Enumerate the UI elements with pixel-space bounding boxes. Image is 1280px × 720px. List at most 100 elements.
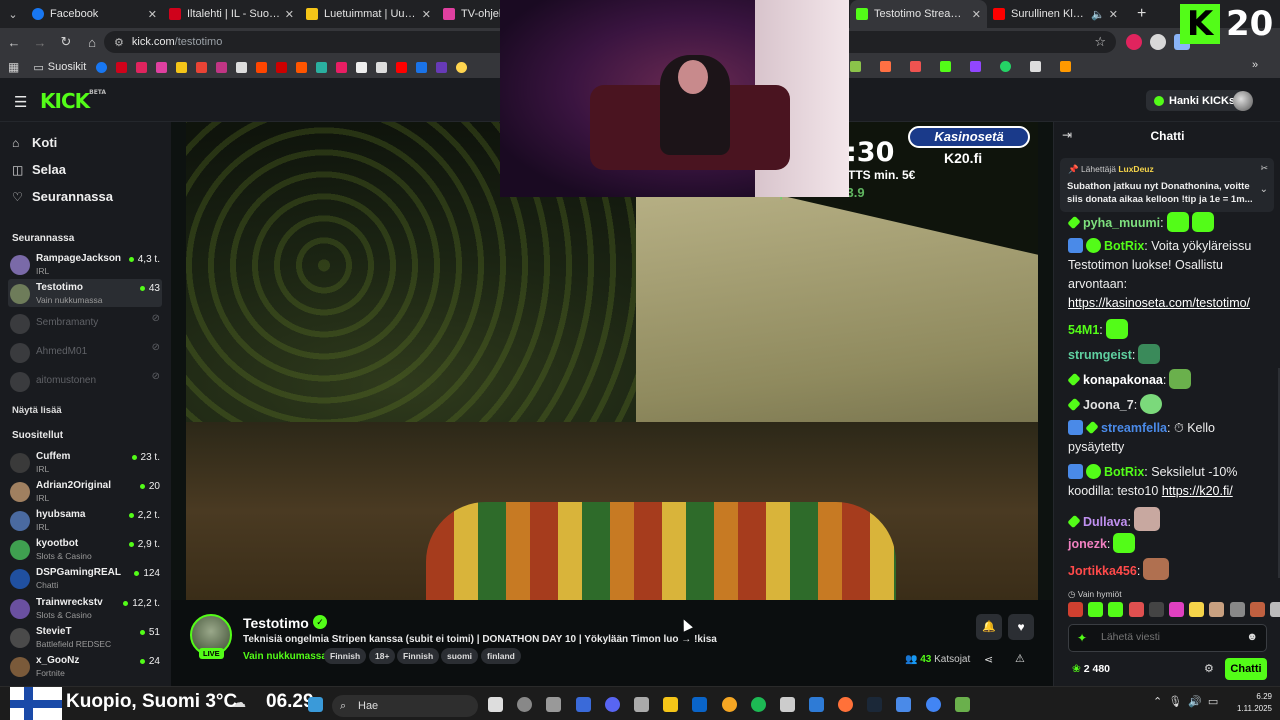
follow-heart-button[interactable]: ♥: [1008, 614, 1034, 640]
taskbar-app-icon[interactable]: [546, 697, 561, 712]
home-icon[interactable]: ⌂: [80, 35, 104, 50]
file-explorer-icon[interactable]: [663, 697, 678, 712]
sidebar-channel-trainwreckstv[interactable]: Trainwreckstv Slots & Casino 12,2 t.: [8, 594, 162, 622]
bookmark-icon[interactable]: [316, 61, 328, 73]
tab-luetuimmat[interactable]: Luetuimmat | Uutiset ✕: [300, 0, 437, 28]
tab-testotimo-stream[interactable]: Testotimo Stream - Watch ✕: [850, 0, 987, 28]
chat-username[interactable]: Joona_7: [1083, 398, 1134, 412]
sidebar-channel-cuffem[interactable]: Cuffem IRL 23 t.: [8, 448, 162, 476]
system-tray[interactable]: ⌃🎙🔊▭: [1153, 695, 1224, 708]
extension-icon[interactable]: [1150, 34, 1166, 50]
sidebar-channel-ahmedm01[interactable]: AhmedM01 ⊘: [8, 338, 162, 366]
emote-icon[interactable]: [1189, 602, 1205, 617]
site-info-icon[interactable]: ⚙: [114, 36, 124, 49]
calculator-icon[interactable]: [576, 697, 591, 712]
sidebar-channel-sembramanty[interactable]: Sembramanty ⊘: [8, 309, 162, 337]
sidebar-channel-hyubsama[interactable]: hyubsama IRL 2,2 t.: [8, 506, 162, 534]
bookmark-reddit-icon[interactable]: [256, 61, 268, 73]
outlook-icon[interactable]: [692, 697, 707, 712]
streamer-name[interactable]: Testotimo: [243, 615, 309, 631]
chat-username[interactable]: Dullava: [1083, 515, 1127, 529]
bookmark-whatsapp-icon[interactable]: [1000, 61, 1011, 72]
new-tab-button[interactable]: +: [1137, 5, 1146, 23]
bookmark-icon[interactable]: [880, 61, 891, 72]
kick-logo[interactable]: KICKBETA: [40, 89, 106, 113]
close-icon[interactable]: ✕: [972, 8, 981, 21]
taskbar-app-icon[interactable]: [809, 697, 824, 712]
bookmark-news-icon[interactable]: [176, 61, 188, 73]
close-icon[interactable]: ✕: [422, 8, 431, 21]
chat-username[interactable]: jonezk: [1068, 537, 1107, 551]
stream-tag[interactable]: Finnish: [397, 648, 440, 664]
chat-username[interactable]: streamfella: [1101, 421, 1167, 435]
emoji-picker-icon[interactable]: ☻: [1246, 631, 1258, 643]
sidebar-nav-browse[interactable]: ◫ Selaa: [12, 162, 66, 177]
bookmark-is-icon[interactable]: [136, 61, 148, 73]
kicks-balance[interactable]: ❀ 2 480: [1072, 663, 1110, 675]
firefox-icon[interactable]: [838, 697, 853, 712]
apps-grid-icon[interactable]: ▦: [8, 60, 19, 74]
chat-link[interactable]: https://k20.fi/: [1162, 484, 1233, 498]
tab-search-chevron-icon[interactable]: ⌄: [0, 8, 26, 21]
bookmark-folder[interactable]: Suosikit: [48, 61, 87, 73]
taskbar-clock[interactable]: 6.29 1.11.2025: [1232, 691, 1272, 715]
close-icon[interactable]: ✕: [1109, 8, 1118, 21]
sidebar-channel-testotimo[interactable]: Testotimo Vain nukkumassa 43: [8, 279, 162, 307]
bookmark-icon[interactable]: [436, 61, 448, 73]
bookmark-facebook-icon[interactable]: [96, 61, 108, 73]
sidebar-channel-dspgamingreal[interactable]: DSPGamingREAL Chatti 124: [8, 564, 162, 592]
bookmark-icon[interactable]: [910, 61, 921, 72]
sidebar-nav-home[interactable]: ⌂ Koti: [12, 135, 57, 150]
emote-icon[interactable]: [1269, 602, 1280, 617]
emote-icon[interactable]: [1249, 602, 1265, 617]
bookmark-star-icon[interactable]: ☆: [1094, 34, 1106, 50]
send-chat-button[interactable]: Chatti: [1225, 658, 1267, 680]
bookmark-x-icon[interactable]: [236, 61, 248, 73]
taskbar-app-icon[interactable]: [955, 697, 970, 712]
chat-username[interactable]: strumgeist: [1068, 348, 1132, 362]
forward-arrow-icon[interactable]: →: [28, 35, 52, 50]
bookmark-iltalehti-icon[interactable]: [116, 61, 128, 73]
report-warning-icon[interactable]: ⚠: [1015, 652, 1025, 665]
emote-icon[interactable]: [1148, 602, 1164, 617]
chat-username[interactable]: pyha_muumi: [1083, 216, 1160, 230]
tab-iltalehti[interactable]: Iltalehti | IL - Suomen suu ✕: [163, 0, 300, 28]
bookmark-icon[interactable]: [850, 61, 861, 72]
discord-icon[interactable]: [605, 697, 620, 712]
chat-username[interactable]: 54M1: [1068, 323, 1099, 337]
emote-icon[interactable]: [1088, 602, 1104, 617]
sidebar-channel-x-goonz[interactable]: x_GooNz Fortnite 24: [8, 652, 162, 680]
chat-username[interactable]: BotRix: [1104, 465, 1144, 479]
bookmark-icon[interactable]: [456, 61, 468, 73]
taskbar-search-box[interactable]: ⌕ Hae: [332, 695, 478, 717]
stream-tag[interactable]: finland: [481, 648, 521, 664]
chat-username[interactable]: konapakonaa: [1083, 373, 1163, 387]
speaker-icon[interactable]: 🔈: [1091, 8, 1105, 21]
taskbar-app-icon[interactable]: [896, 697, 911, 712]
sidebar-channel-aitomustonen[interactable]: aitomustonen ⊘: [8, 367, 162, 395]
taskbar-app-icon[interactable]: [517, 697, 532, 712]
bookmark-icon[interactable]: [356, 61, 368, 73]
settings-icon[interactable]: [634, 697, 649, 712]
chat-message-input[interactable]: [1101, 631, 1241, 643]
emote-icon[interactable]: [1229, 602, 1245, 617]
tab-facebook[interactable]: Facebook ✕: [26, 0, 163, 28]
chevron-down-icon[interactable]: ⌄: [1260, 184, 1268, 195]
bookmark-gmail-icon[interactable]: [196, 61, 208, 73]
bookmark-icon[interactable]: [376, 61, 388, 73]
notification-bell-button[interactable]: 🔔: [976, 614, 1002, 640]
taskview-icon[interactable]: [488, 697, 503, 712]
close-icon[interactable]: ✕: [148, 8, 157, 21]
emote-icon[interactable]: [1128, 602, 1144, 617]
stream-tag[interactable]: suomi: [441, 648, 479, 664]
emote-icon[interactable]: [1068, 602, 1083, 617]
start-windows-icon[interactable]: [308, 697, 323, 712]
chat-settings-gear-icon[interactable]: ⚙: [1204, 662, 1214, 675]
spotify-icon[interactable]: [751, 697, 766, 712]
bookmark-tv-icon[interactable]: [156, 61, 168, 73]
sidebar-channel-rampagejackson[interactable]: RampageJackson IRL 4,3 t.: [8, 250, 162, 278]
bookmark-icon[interactable]: [1030, 61, 1041, 72]
bookmark-amazon-icon[interactable]: [1060, 61, 1071, 72]
show-more-link[interactable]: Näytä lisää: [12, 405, 62, 416]
get-kicks-button[interactable]: Hanki KICKs: [1146, 90, 1244, 111]
